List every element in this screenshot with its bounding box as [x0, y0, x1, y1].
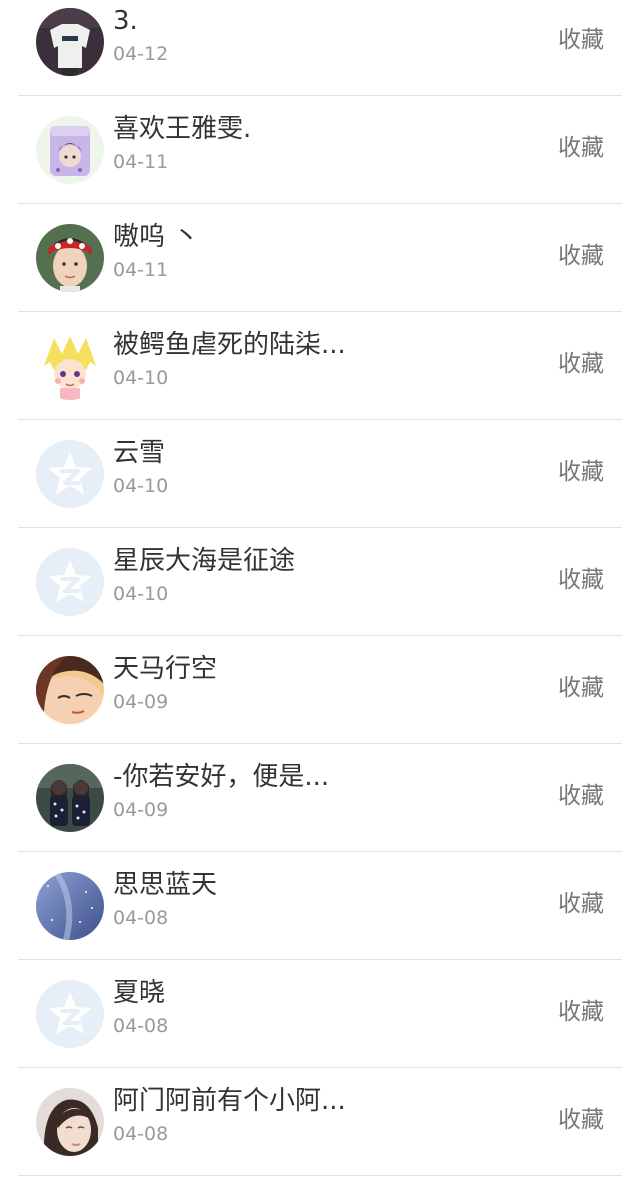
favorite-button[interactable]: 收藏: [558, 133, 604, 163]
contact-date: 04-10: [113, 367, 169, 389]
contact-date: 04-08: [113, 1123, 169, 1145]
contact-date: 04-08: [113, 1015, 169, 1037]
favorite-button[interactable]: 收藏: [558, 673, 604, 703]
contact-date: 04-11: [113, 259, 169, 281]
favorite-button[interactable]: 收藏: [558, 781, 604, 811]
contact-date: 04-12: [113, 43, 169, 65]
contact-name: 喜欢王雅雯.: [113, 114, 252, 144]
contact-row[interactable]: 喜欢王雅雯. 04-11 收藏: [0, 96, 640, 204]
contact-date: 04-11: [113, 151, 169, 173]
contact-date: 04-08: [113, 907, 169, 929]
contact-row[interactable]: 阿门阿前有个小阿... 04-08 收藏: [0, 1068, 640, 1176]
contact-name: 云雪: [113, 438, 166, 468]
contact-row[interactable]: 天马行空 04-09 收藏: [0, 636, 640, 744]
contact-date: 04-10: [113, 583, 169, 605]
favorite-button[interactable]: 收藏: [558, 349, 604, 379]
contact-name: -你若安好，便是...: [113, 762, 330, 792]
avatar[interactable]: [36, 440, 104, 508]
contact-row[interactable]: 3. 04-12 收藏: [0, 0, 640, 96]
contact-list: 3. 04-12 收藏 喜欢王雅雯. 04-11 收藏 嗷呜 丶 04-11 收藏: [0, 0, 640, 1187]
contact-name: 天马行空: [113, 654, 218, 684]
contact-name: 嗷呜 丶: [113, 222, 200, 252]
favorite-button[interactable]: 收藏: [558, 997, 604, 1027]
contact-row[interactable]: 星辰大海是征途 04-10 收藏: [0, 528, 640, 636]
contact-name: 被鳄鱼虐死的陆柒...: [113, 330, 346, 360]
avatar[interactable]: [36, 656, 104, 724]
contact-name: 星辰大海是征途: [113, 546, 296, 576]
avatar[interactable]: [36, 980, 104, 1048]
contact-name: 3.: [113, 6, 138, 36]
favorite-button[interactable]: 收藏: [558, 565, 604, 595]
contact-row[interactable]: 云雪 04-10 收藏: [0, 420, 640, 528]
favorite-button[interactable]: 收藏: [558, 241, 604, 271]
contact-row[interactable]: 思思蓝天 04-08 收藏: [0, 852, 640, 960]
avatar[interactable]: [36, 224, 104, 292]
row-divider: [18, 1175, 622, 1176]
contact-row[interactable]: 嗷呜 丶 04-11 收藏: [0, 204, 640, 312]
contact-date: 04-09: [113, 799, 169, 821]
contact-name: 阿门阿前有个小阿...: [113, 1086, 346, 1116]
contact-row[interactable]: 被鳄鱼虐死的陆柒... 04-10 收藏: [0, 312, 640, 420]
favorite-button[interactable]: 收藏: [558, 25, 604, 55]
contact-row[interactable]: -你若安好，便是... 04-09 收藏: [0, 744, 640, 852]
avatar[interactable]: [36, 116, 104, 184]
contact-row[interactable]: 夏晓 04-08 收藏: [0, 960, 640, 1068]
favorite-button[interactable]: 收藏: [558, 889, 604, 919]
favorite-button[interactable]: 收藏: [558, 1105, 604, 1135]
avatar[interactable]: [36, 8, 104, 76]
avatar[interactable]: [36, 332, 104, 400]
contact-date: 04-10: [113, 475, 169, 497]
contact-name: 夏晓: [113, 978, 166, 1008]
avatar[interactable]: [36, 764, 104, 832]
favorite-button[interactable]: 收藏: [558, 457, 604, 487]
avatar[interactable]: [36, 1088, 104, 1156]
contact-name: 思思蓝天: [113, 870, 218, 900]
avatar[interactable]: [36, 872, 104, 940]
avatar[interactable]: [36, 548, 104, 616]
contact-date: 04-09: [113, 691, 169, 713]
